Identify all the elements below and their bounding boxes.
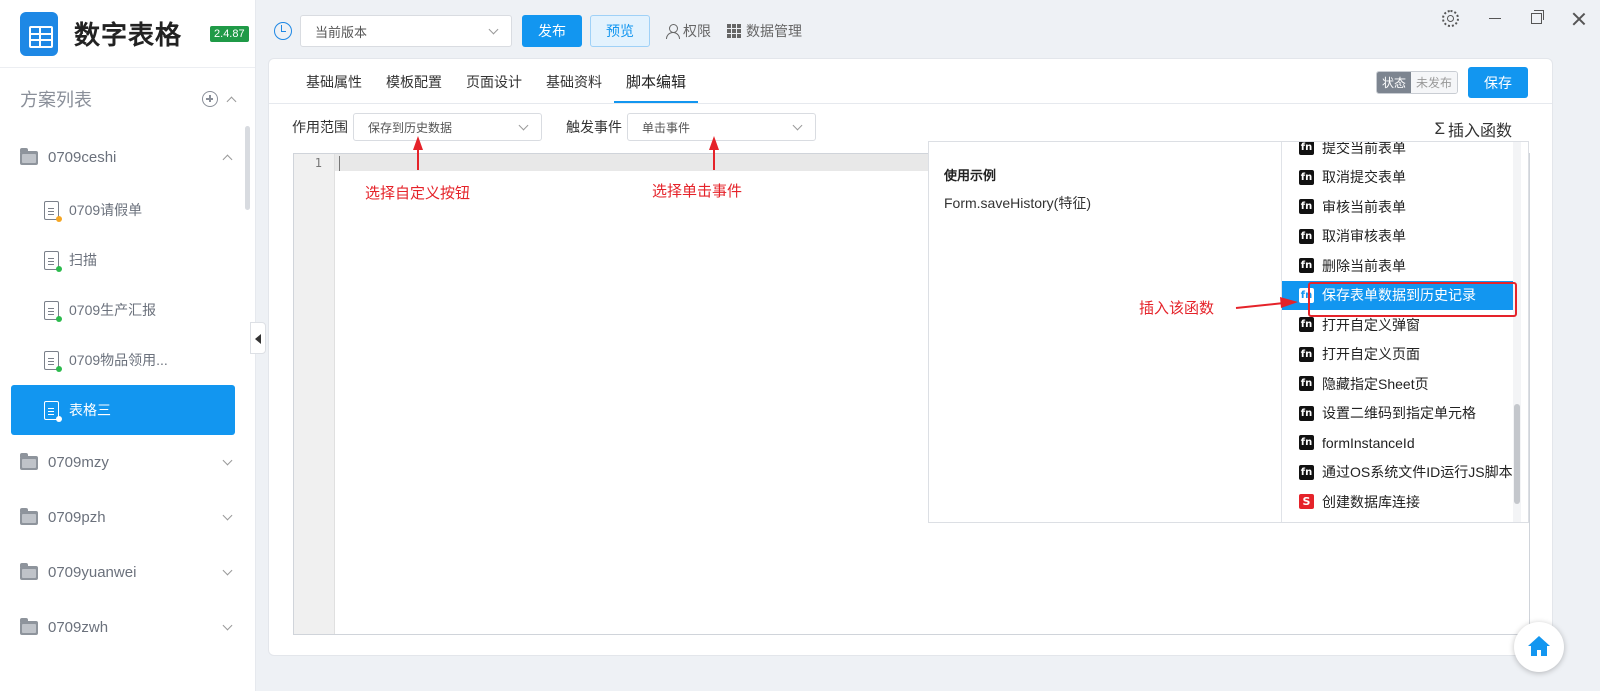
scope-annotation: 选择自定义按钮 — [365, 185, 471, 202]
insert-arrow — [1235, 302, 1285, 309]
insert-arrowhead — [1280, 297, 1298, 308]
annotation-arrows — [413, 136, 1298, 309]
insert-annotation: 插入该函数 — [1139, 300, 1215, 317]
home-icon — [1527, 635, 1551, 657]
event-arrowhead — [709, 136, 719, 150]
scope-arrowhead — [413, 136, 423, 150]
home-button[interactable] — [1514, 622, 1564, 672]
event-annotation: 选择单击事件 — [652, 183, 743, 200]
highlight-box — [1308, 282, 1517, 317]
